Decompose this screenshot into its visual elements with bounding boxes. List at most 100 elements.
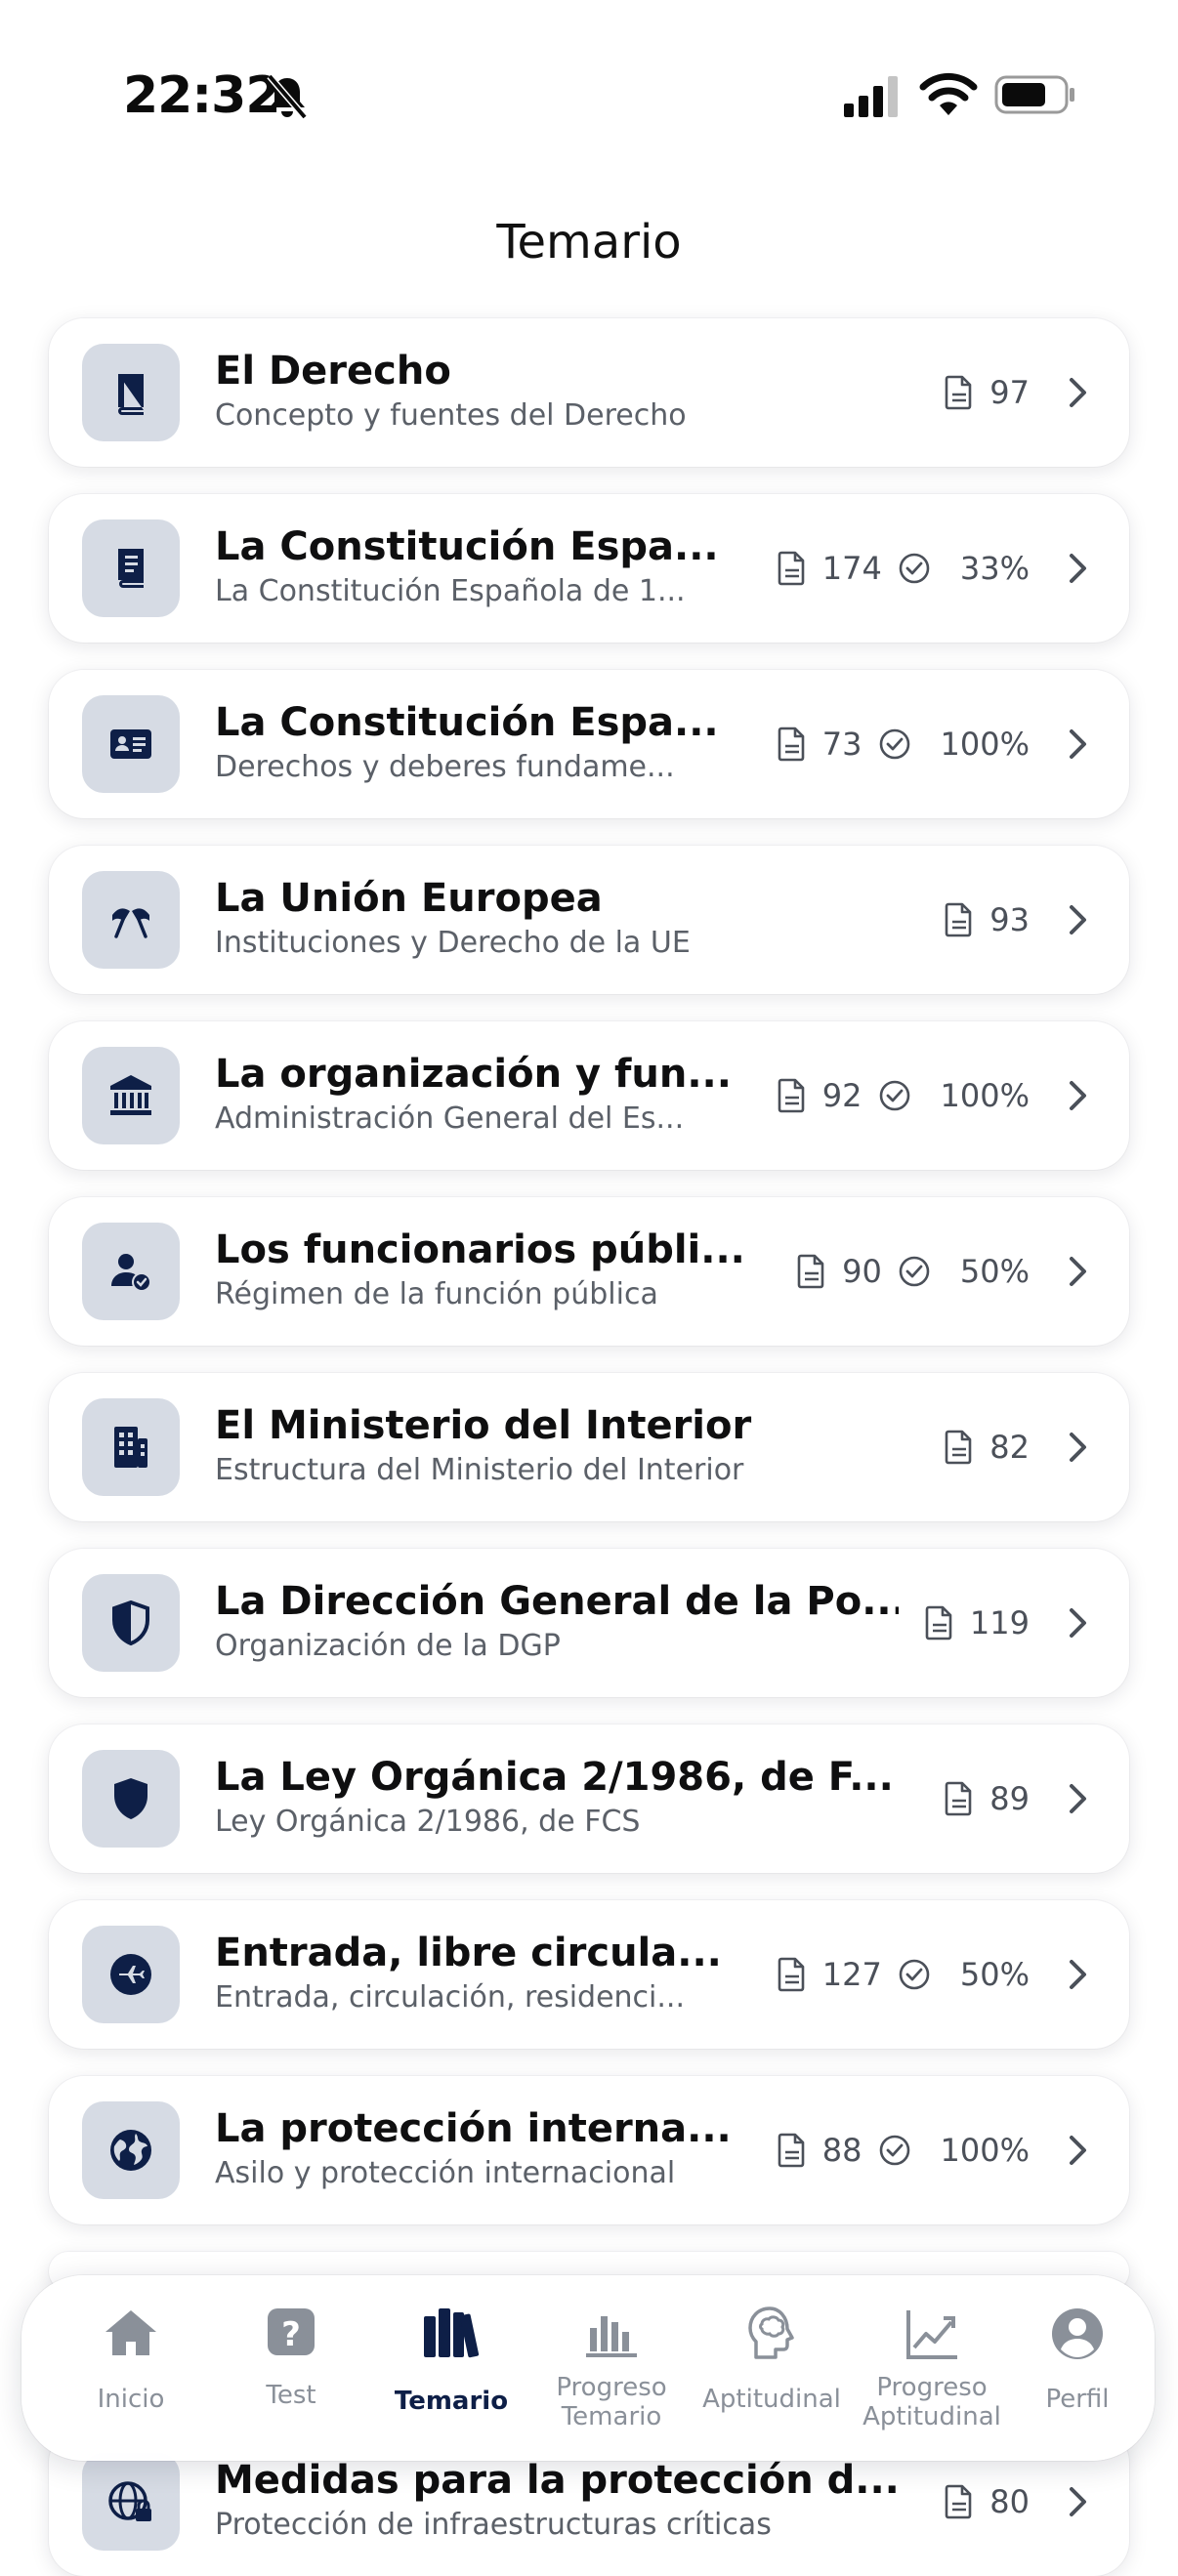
question-count: 80 xyxy=(989,2483,1030,2520)
globe-lock-icon xyxy=(108,2481,151,2521)
chevron-right-icon xyxy=(1070,1257,1086,1286)
status-time: 22:32 xyxy=(123,66,281,125)
document-icon xyxy=(945,1430,972,1465)
flags-icon xyxy=(112,908,149,938)
document-icon xyxy=(797,1254,824,1289)
question-count: 174 xyxy=(821,550,882,587)
svg-text:?: ? xyxy=(281,2315,301,2354)
nav-label-line2: Temario xyxy=(561,2402,662,2431)
page-title: Temario xyxy=(496,215,682,270)
chevron-right-icon xyxy=(1070,1433,1086,1462)
topic-subtitle: Protección de infraestructuras críticas xyxy=(215,2508,772,2542)
bottom-navigation: Inicio ? Test Temario Progreso Temario A… xyxy=(21,2275,1155,2461)
nav-temario[interactable]: Temario xyxy=(371,2275,531,2461)
document-icon xyxy=(778,1078,805,1113)
topic-card[interactable]: El Ministerio del Interior Estructura de… xyxy=(49,1373,1129,1521)
progress-percent: 100% xyxy=(940,1077,1030,1114)
government-building-icon xyxy=(110,1075,151,1115)
document-icon xyxy=(778,1957,805,1992)
progress-percent: 100% xyxy=(940,726,1030,763)
topic-card[interactable]: Entrada, libre circula... Entrada, circu… xyxy=(49,1900,1129,2049)
document-book-icon xyxy=(118,549,144,588)
topic-card[interactable]: La Dirección General de la Po... Organiz… xyxy=(49,1549,1129,1697)
chevron-right-icon xyxy=(1070,1784,1086,1813)
topic-title: La Ley Orgánica 2/1986, de F... xyxy=(215,1755,894,1800)
chevron-right-icon xyxy=(1070,1081,1086,1110)
topic-subtitle: Ley Orgánica 2/1986, de FCS xyxy=(215,1805,641,1839)
nav-label-line1: Progreso xyxy=(876,2373,988,2402)
home-icon xyxy=(105,2310,156,2355)
nav-label: Temario xyxy=(394,2387,509,2416)
user-circle-icon xyxy=(1052,2308,1103,2359)
question-count: 119 xyxy=(969,1604,1030,1641)
nav-test[interactable]: ? Test xyxy=(211,2275,371,2461)
nav-inicio[interactable]: Inicio xyxy=(51,2275,211,2461)
question-count: 88 xyxy=(821,2132,862,2169)
nav-label-line1: Progreso xyxy=(556,2373,667,2402)
question-square-icon: ? xyxy=(268,2308,315,2355)
books-icon xyxy=(424,2308,480,2358)
progress-percent: 50% xyxy=(959,1956,1030,1993)
topic-card[interactable]: La Ley Orgánica 2/1986, de F... Ley Orgá… xyxy=(49,1724,1129,1873)
nav-label: Aptitudinal xyxy=(702,2385,841,2414)
nav-perfil[interactable]: Perfil xyxy=(1010,2275,1145,2461)
topic-card[interactable]: La Constitución Espa... Derechos y deber… xyxy=(49,670,1129,818)
shield-icon xyxy=(114,1778,147,1819)
globe-icon xyxy=(110,2130,151,2171)
id-card-icon xyxy=(110,729,151,759)
topic-subtitle: Concepto y fuentes del Derecho xyxy=(215,398,687,433)
question-count: 93 xyxy=(989,901,1030,938)
topic-title: Los funcionarios públi... xyxy=(215,1227,745,1272)
document-icon xyxy=(778,727,805,762)
nav-label: Inicio xyxy=(97,2385,165,2414)
question-count: 89 xyxy=(989,1780,1030,1817)
check-circle-icon xyxy=(899,1256,930,1287)
nav-progreso-temario[interactable]: Progreso Temario xyxy=(531,2275,692,2461)
document-icon xyxy=(778,2133,805,2168)
topic-subtitle: Régimen de la función pública xyxy=(215,1277,658,1311)
nav-progreso-aptitudinal[interactable]: Progreso Aptitudinal xyxy=(852,2275,1012,2461)
cellular-signal-icon xyxy=(844,76,898,117)
question-count: 73 xyxy=(821,726,862,763)
check-circle-icon xyxy=(879,1080,909,1111)
book-icon xyxy=(118,374,144,415)
topic-subtitle: Organización de la DGP xyxy=(215,1629,561,1663)
document-icon xyxy=(778,551,805,586)
topic-card[interactable]: Los funcionarios públi... Régimen de la … xyxy=(49,1197,1129,1346)
wifi-icon xyxy=(919,72,978,115)
topic-card[interactable]: La protección interna... Asilo y protecc… xyxy=(49,2076,1129,2224)
bell-muted-icon xyxy=(267,73,308,120)
chevron-right-icon xyxy=(1070,729,1086,759)
chevron-right-icon xyxy=(1070,2487,1086,2516)
chevron-right-icon xyxy=(1070,2136,1086,2165)
brain-head-icon xyxy=(748,2306,794,2359)
half-shield-icon xyxy=(112,1600,149,1646)
check-circle-icon xyxy=(899,553,930,584)
chevron-right-icon xyxy=(1070,1608,1086,1638)
question-count: 92 xyxy=(821,1077,862,1114)
topic-card[interactable]: La Constitución Espa... La Constitución … xyxy=(49,494,1129,643)
document-icon xyxy=(945,1781,972,1816)
nav-label: Test xyxy=(266,2381,316,2410)
topic-title: Medidas para la protección d... xyxy=(215,2458,899,2503)
question-count: 97 xyxy=(989,374,1030,411)
document-icon xyxy=(945,902,972,937)
chevron-right-icon xyxy=(1070,1960,1086,1989)
verified-user-icon xyxy=(111,1254,151,1292)
topic-card[interactable]: La organización y fun... Administración … xyxy=(49,1021,1129,1170)
battery-icon xyxy=(994,75,1074,114)
progress-percent: 33% xyxy=(959,550,1030,587)
topic-title: El Ministerio del Interior xyxy=(215,1403,752,1448)
topic-list: El Derecho Concepto y fuentes del Derech… xyxy=(49,318,1129,2291)
nav-aptitudinal[interactable]: Aptitudinal xyxy=(692,2275,852,2461)
document-icon xyxy=(925,1605,952,1641)
document-icon xyxy=(945,2484,972,2519)
check-circle-icon xyxy=(899,1959,930,1990)
nav-label-line2: Aptitudinal xyxy=(862,2402,1001,2431)
topic-subtitle: Instituciones y Derecho de la UE xyxy=(215,926,691,960)
chevron-right-icon xyxy=(1070,378,1086,407)
topic-card[interactable]: El Derecho Concepto y fuentes del Derech… xyxy=(49,318,1129,467)
chevron-right-icon xyxy=(1070,554,1086,583)
topic-card[interactable]: La Unión Europea Instituciones y Derecho… xyxy=(49,846,1129,994)
topic-subtitle: Estructura del Ministerio del Interior xyxy=(215,1453,744,1487)
